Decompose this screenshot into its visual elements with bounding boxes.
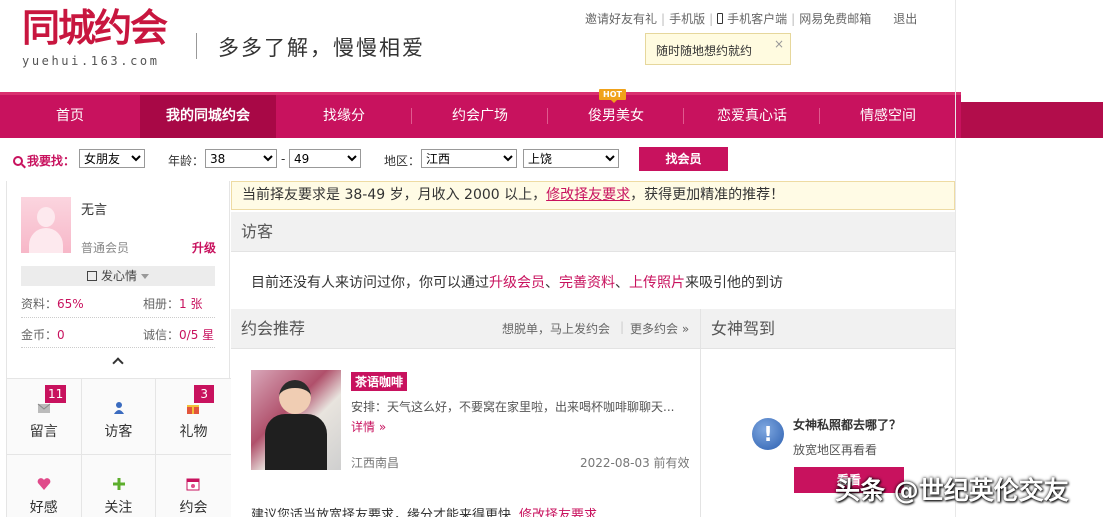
- quick-visitors[interactable]: 访客: [81, 379, 157, 455]
- post-dating-link[interactable]: 想脱单，马上发约会: [502, 320, 610, 337]
- heart-icon: [37, 478, 51, 490]
- preference-notice: 当前择友要求是 38-49 岁，月收入 2000 以上，修改择友要求，获得更加精…: [231, 181, 955, 210]
- page: 同城约会 yuehui.163.com 多多了解，慢慢相爱 邀请好友有礼 | 手…: [0, 0, 1103, 517]
- gender-select[interactable]: 女朋友: [79, 149, 145, 168]
- person-icon: [113, 402, 124, 414]
- top-links: 邀请好友有礼 | 手机版 | 手机客户端 | 网易免费邮箱 退出: [585, 10, 918, 27]
- goddess-question: 女神私照都去哪了？: [793, 418, 902, 432]
- info-icon: !: [752, 418, 784, 450]
- goddess-suggest: 放宽地区再看看: [793, 443, 878, 457]
- search-icon: [13, 156, 23, 166]
- advice-edit-link[interactable]: 修改择友要求: [519, 508, 597, 517]
- search-bar: 我要找： 女朋友 年龄： 38 - 49 地区： 江西 上饶 找会员: [0, 147, 961, 173]
- dating-details-link[interactable]: 详情 »: [351, 418, 386, 435]
- user-name: 无言: [81, 203, 108, 218]
- collapse-chevron-icon[interactable]: [112, 357, 124, 369]
- envelope-icon: [37, 403, 51, 413]
- dating-location: 江西南昌: [351, 456, 400, 470]
- city-select[interactable]: 上饶: [523, 149, 619, 168]
- quick-dating[interactable]: 约会: [156, 455, 231, 517]
- advice-text: 建议您适当放宽择友要求，缘分才能来得更快 修改择友要求: [251, 504, 597, 517]
- calendar-icon: [186, 478, 200, 491]
- upgrade-link[interactable]: 升级: [192, 239, 216, 256]
- member-level: 普通会员: [81, 241, 130, 255]
- dating-item-title[interactable]: 茶语咖啡: [351, 372, 408, 391]
- profile-completeness[interactable]: 资料：65%: [21, 295, 84, 312]
- age-label: 年龄：: [168, 154, 205, 168]
- nav-my-dating[interactable]: 我的同城约会: [140, 95, 276, 138]
- profile-panel: 无言 普通会员 升级 发心情 资料：65% 相册：1 张 金币：0 诚信：0/5…: [6, 181, 231, 517]
- phone-icon: [717, 13, 724, 24]
- region-label: 地区：: [384, 154, 421, 168]
- nav-home[interactable]: 首页: [0, 95, 140, 138]
- find-member-button[interactable]: 找会员: [639, 147, 728, 171]
- upgrade-member-link[interactable]: 升级会员: [489, 275, 545, 291]
- invite-friends-link[interactable]: 邀请好友有礼: [585, 10, 657, 27]
- nav-love-talk[interactable]: 恋爱真心话: [684, 95, 820, 138]
- nav-beauties[interactable]: HOT 俊男美女: [548, 89, 684, 138]
- slogan: 多多了解，慢慢相爱: [218, 36, 425, 60]
- dating-title: 约会推荐: [241, 319, 306, 338]
- visitors-empty-text: 目前还没有人来访问过你，你可以通过升级会员、完善资料、上传照片来吸引他的到访: [251, 275, 783, 291]
- plus-icon: [112, 478, 125, 490]
- site-logo[interactable]: 同城约会 yuehui.163.com: [22, 6, 182, 76]
- more-dating-link[interactable]: 更多约会 »: [630, 320, 689, 337]
- watermark: 头条 @世纪英伦交友: [835, 476, 1069, 505]
- age-max-select[interactable]: 49: [289, 149, 361, 168]
- upload-photo-link[interactable]: 上传照片: [629, 275, 685, 291]
- dating-valid-date: 2022-08-03 前有效: [580, 456, 690, 470]
- nav-extension: [961, 102, 1103, 138]
- search-label: 我要找：: [13, 152, 75, 169]
- quick-likes[interactable]: 好感: [7, 455, 82, 517]
- quick-follow[interactable]: 关注: [81, 455, 157, 517]
- nav-emotion-space[interactable]: 情感空间: [820, 95, 956, 138]
- main-nav: 首页 我的同城约会 找缘分 约会广场 HOT 俊男美女 恋爱真心话 情感空间: [0, 89, 961, 138]
- visitors-header: 访客: [231, 212, 955, 252]
- avatar[interactable]: [21, 197, 71, 253]
- gift-icon: [187, 405, 200, 414]
- tooltip-text: 随时随地想约就约: [656, 44, 753, 58]
- nav-dating-square[interactable]: 约会广场: [412, 95, 548, 138]
- free-mail-link[interactable]: 网易免费邮箱: [799, 10, 871, 27]
- close-icon[interactable]: ×: [774, 37, 784, 51]
- province-select[interactable]: 江西: [421, 149, 517, 168]
- slogan-divider: [196, 33, 197, 59]
- edit-preference-link[interactable]: 修改择友要求: [546, 187, 630, 203]
- mobile-version-link[interactable]: 手机版: [669, 10, 705, 27]
- dating-photo[interactable]: [251, 370, 341, 470]
- pencil-icon: [86, 271, 97, 281]
- album-count[interactable]: 相册：1 张: [143, 295, 202, 312]
- age-separator: -: [281, 152, 286, 166]
- hot-badge: HOT: [599, 89, 626, 103]
- coins-count[interactable]: 金币：0: [21, 326, 65, 343]
- quick-messages[interactable]: 11 留言: [7, 379, 82, 455]
- logo-text: 同城约会: [22, 5, 168, 50]
- chevron-down-icon: [141, 274, 149, 279]
- quick-gifts[interactable]: 3 礼物: [156, 379, 231, 455]
- nav-find-match[interactable]: 找缘分: [276, 95, 412, 138]
- visitors-title: 访客: [241, 222, 274, 241]
- mobile-client-link[interactable]: 手机客户端: [727, 10, 787, 27]
- logo-domain: yuehui.163.com: [22, 54, 160, 68]
- complete-profile-link[interactable]: 完善资料: [559, 275, 615, 291]
- quick-actions: 11 留言 访客 3 礼物 好感 关注 约会: [7, 378, 231, 517]
- post-mood-button[interactable]: 发心情: [21, 266, 215, 286]
- credit-rating[interactable]: 诚信：0/5 星: [143, 326, 214, 343]
- app-tooltip: 随时随地想约就约 ×: [645, 33, 791, 65]
- age-min-select[interactable]: 38: [205, 149, 277, 168]
- logout-link[interactable]: 退出: [893, 10, 917, 27]
- dating-item-desc: 安排：天气这么好，不要窝在家里啦，出来喝杯咖啡聊聊天...: [351, 400, 675, 414]
